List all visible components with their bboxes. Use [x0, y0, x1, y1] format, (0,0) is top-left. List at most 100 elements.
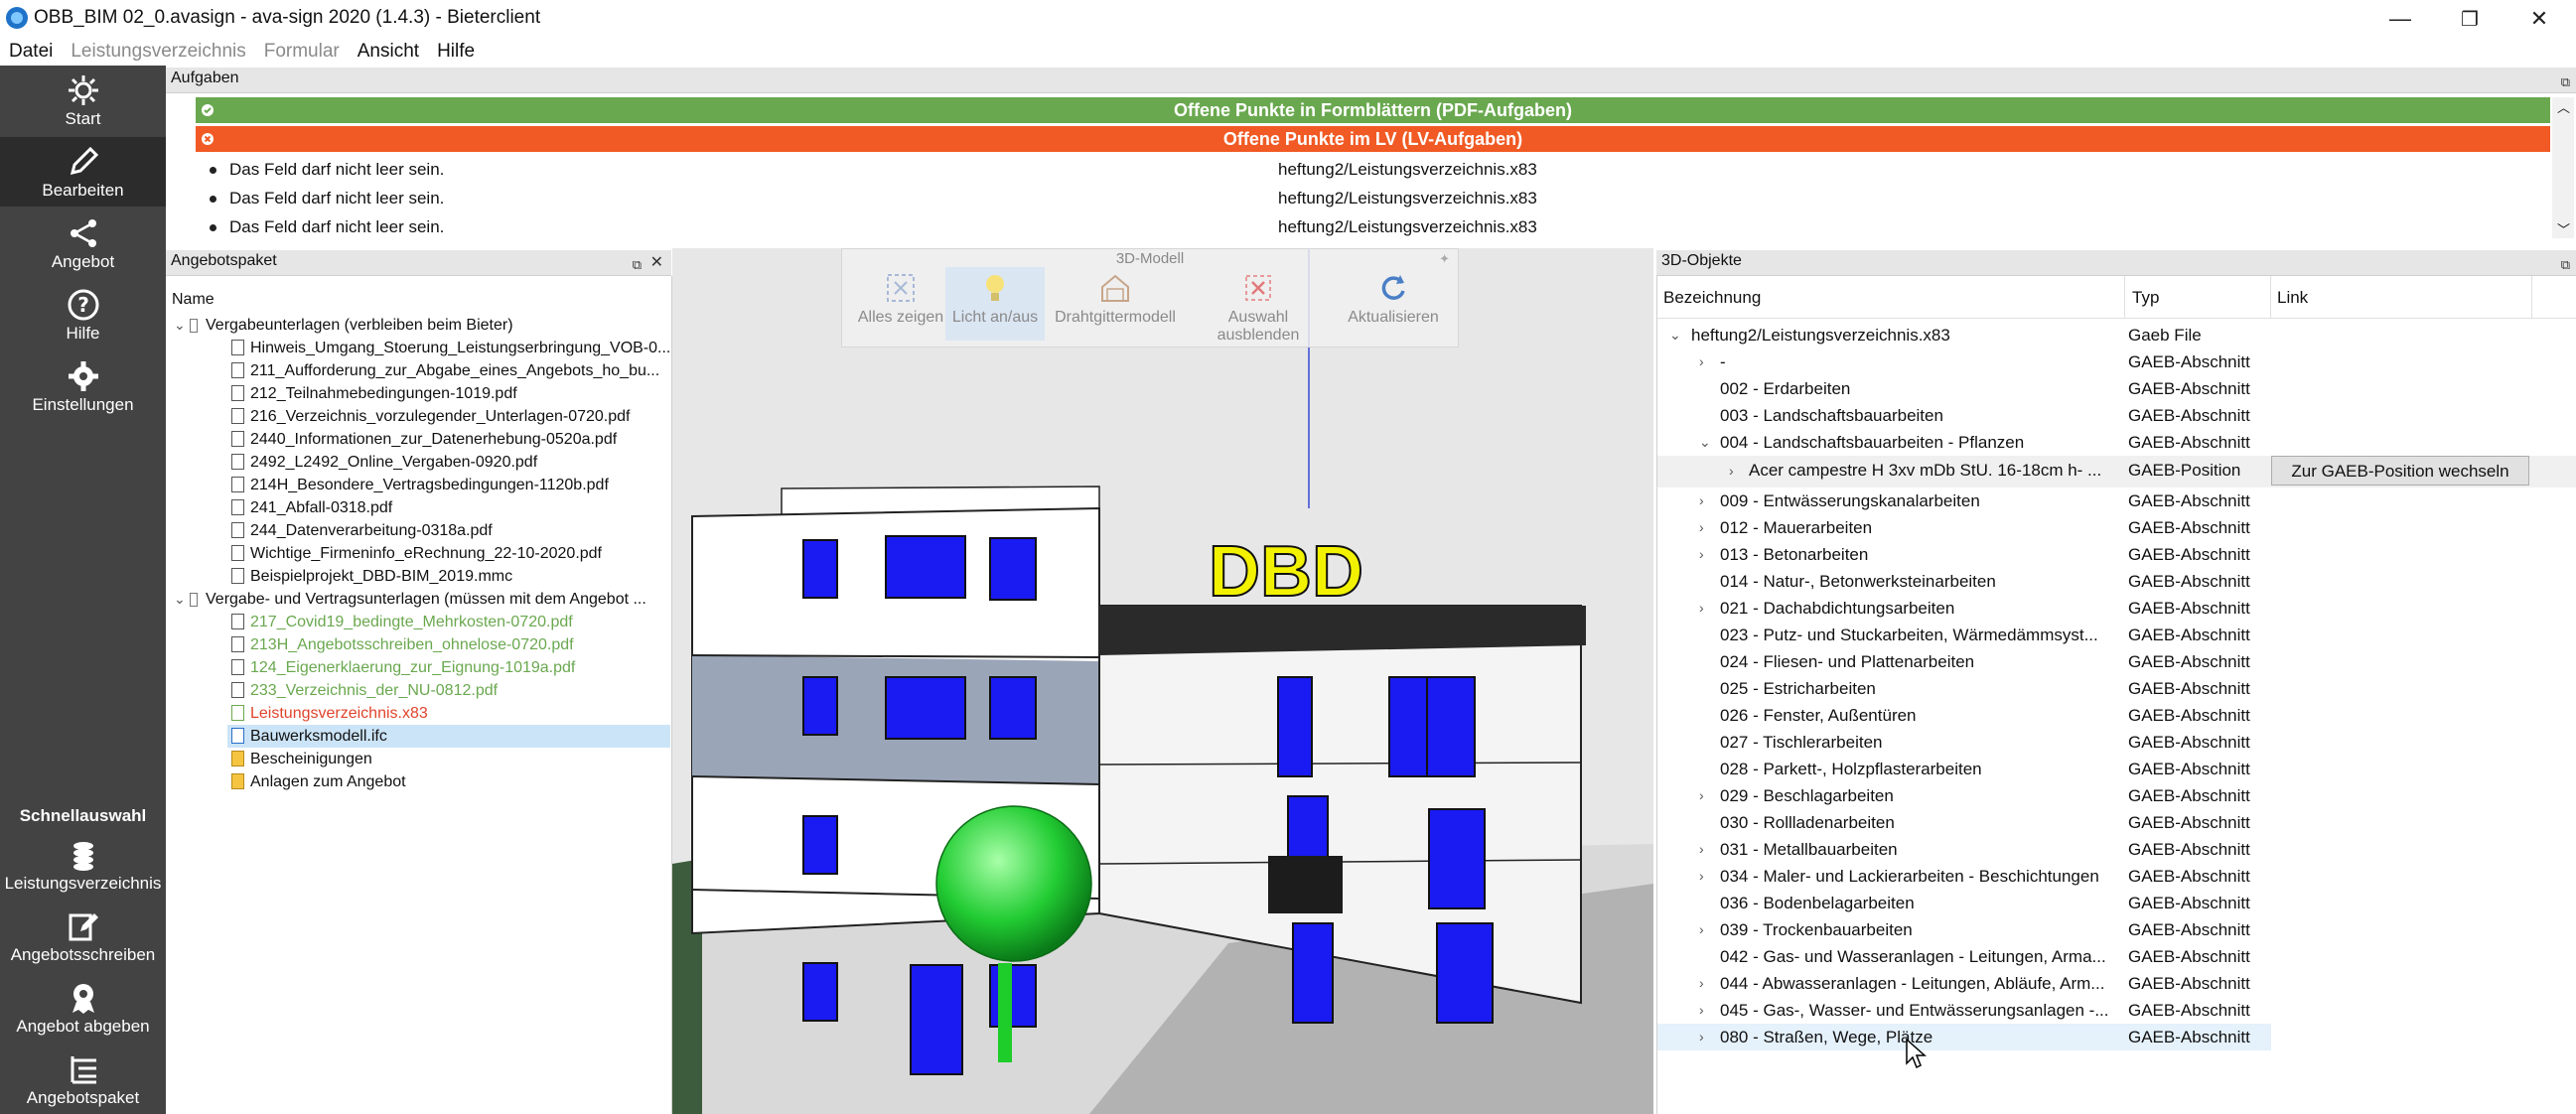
object-row[interactable]: › 029 - Beschlagarbeiten GAEB-Abschnitt — [1657, 782, 2576, 809]
tree-file[interactable]: 212_Teilnahmebedingungen-1019.pdf — [231, 382, 517, 405]
chevron-right-icon[interactable]: › — [1699, 997, 1713, 1024]
tree-file[interactable]: 213H_Angebotsschreiben_ohnelose-0720.pdf — [231, 633, 574, 656]
object-row[interactable]: 027 - Tischlerarbeiten GAEB-Abschnitt — [1657, 729, 2576, 756]
panel-pin-icon[interactable]: ⧉ — [633, 254, 642, 276]
object-row[interactable]: › 021 - Dachabdichtungsarbeiten GAEB-Absch… — [1657, 595, 2576, 622]
chevron-right-icon[interactable]: › — [1699, 836, 1713, 863]
object-row[interactable]: › 012 - Mauerarbeiten GAEB-Abschnitt — [1657, 514, 2576, 541]
object-row[interactable]: 036 - Bodenbelagarbeiten GAEB-Abschnitt — [1657, 890, 2576, 916]
tree-file[interactable]: 214H_Besondere_Vertragsbedingungen-1120b… — [231, 474, 609, 496]
goto-gaeb-position-button[interactable]: Zur GAEB-Position wechseln — [2271, 456, 2529, 486]
task-row[interactable]: Das Feld darf nicht leer sein. heftung2/… — [196, 213, 2550, 241]
scroll-down-icon[interactable]: ﹀ — [2557, 219, 2570, 238]
tree-file[interactable]: 241_Abfall-0318.pdf — [231, 496, 392, 519]
column-header-link[interactable]: Link — [2277, 288, 2308, 308]
tree-file[interactable]: 211_Aufforderung_zur_Abgabe_eines_Angebo… — [231, 359, 659, 382]
object-row[interactable]: › 080 - Straßen, Wege, Plätze GAEB-Abschni… — [1657, 1024, 2271, 1050]
object-row[interactable]: › - GAEB-Abschnitt — [1657, 348, 2576, 375]
pin-icon[interactable]: ✦ — [1439, 251, 1450, 267]
chevron-down-icon[interactable]: ⌄ — [1669, 322, 1683, 348]
tree-file[interactable]: 216_Verzeichnis_vorzulegender_Unterlagen… — [231, 405, 631, 428]
tree-file-selected[interactable]: Bauwerksmodell.ifc — [227, 725, 670, 748]
minimize-button[interactable]: — — [2367, 0, 2433, 38]
sidebar-item-angebot[interactable]: Angebot — [0, 209, 166, 278]
tree-file[interactable]: 2492_L2492_Online_Vergaben-0920.pdf — [231, 451, 537, 474]
tree-file[interactable]: 2440_Informationen_zur_Datenerhebung-052… — [231, 428, 617, 451]
task-row[interactable]: Das Feld darf nicht leer sein. heftung2/… — [196, 156, 2550, 184]
object-row[interactable]: › 009 - Entwässerungskanalarbeiten GAEB-Ab… — [1657, 487, 2576, 514]
chevron-down-icon[interactable]: ⌄ — [1699, 429, 1713, 456]
object-row[interactable]: ⌄ 004 - Landschaftsbauarbeiten - Pflanzen… — [1657, 429, 2576, 456]
tree-file[interactable]: 244_Datenverarbeitung-0318a.pdf — [231, 519, 493, 542]
column-header-bezeichnung[interactable]: Bezeichnung — [1663, 288, 1761, 308]
tree-group-vergabeunterlagen[interactable]: ⌄ Vergabeunterlagen (verbleiben beim Biet… — [174, 314, 513, 337]
menu-ansicht[interactable]: Ansicht — [349, 41, 428, 63]
panel-pin-icon[interactable]: ⧉ — [2561, 254, 2570, 276]
panel-close-icon[interactable]: ✕ — [650, 252, 663, 274]
panel-pin-icon[interactable]: ⧉ — [2561, 71, 2570, 93]
restore-button[interactable]: ❐ — [2437, 0, 2503, 38]
lv-tasks-bar[interactable]: Offene Punkte im LV (LV-Aufgaben) — [196, 126, 2550, 152]
chevron-down-icon[interactable]: ⌄ — [174, 588, 188, 611]
scroll-up-icon[interactable]: ︿ — [2557, 97, 2570, 116]
object-row[interactable]: › 039 - Trockenbauarbeiten GAEB-Abschnitt — [1657, 916, 2576, 943]
tree-file[interactable]: Wichtige_Firmeninfo_eRechnung_22-10-2020… — [231, 542, 602, 565]
refresh-button[interactable]: Aktualisieren — [1339, 271, 1448, 327]
object-row[interactable]: 025 - Estricharbeiten GAEB-Abschnitt — [1657, 675, 2576, 702]
chevron-right-icon[interactable]: › — [1699, 595, 1713, 622]
object-row[interactable]: 028 - Parkett-, Holzpflasterarbeiten GAEB… — [1657, 756, 2576, 782]
chevron-right-icon[interactable]: › — [1699, 1024, 1713, 1050]
task-row[interactable]: Das Feld darf nicht leer sein. heftung2/… — [196, 185, 2550, 212]
wireframe-button[interactable]: Drahtgittermodell — [1051, 271, 1180, 327]
chevron-down-icon[interactable]: ⌄ — [174, 314, 188, 337]
chevron-right-icon[interactable]: › — [1699, 782, 1713, 809]
object-row-root[interactable]: ⌄ heftung2/Leistungsverzeichnis.x83 Gaeb F… — [1657, 322, 2576, 348]
object-row[interactable]: 003 - Landschaftsbauarbeiten GAEB-Abschni… — [1657, 402, 2576, 429]
menu-formular[interactable]: Formular — [255, 41, 349, 63]
sidebar-item-einstellungen[interactable]: Einstellungen — [0, 351, 166, 421]
object-row-position[interactable]: › Acer campestre H 3xv mDb StU. 16-18cm h… — [1657, 456, 2576, 487]
object-row[interactable]: 030 - Rollladenarbeiten GAEB-Abschnitt — [1657, 809, 2576, 836]
3d-viewport[interactable]: DBD — [672, 248, 1653, 1114]
object-row[interactable]: 023 - Putz- und Stuckarbeiten, Wärmedämm… — [1657, 622, 2576, 648]
chevron-right-icon[interactable]: › — [1699, 514, 1713, 541]
quick-item-angebot-abgeben[interactable]: Angebot abgeben — [0, 973, 166, 1043]
object-row[interactable]: › 013 - Betonarbeiten GAEB-Abschnitt — [1657, 541, 2576, 568]
tree-file[interactable]: 124_Eigenerklaerung_zur_Eignung-1019a.pd… — [231, 656, 575, 679]
object-row[interactable]: 014 - Natur-, Betonwerksteinarbeiten GAEB… — [1657, 568, 2576, 595]
chevron-right-icon[interactable]: › — [1699, 970, 1713, 997]
object-row[interactable]: 024 - Fliesen- und Plattenarbeiten GAEB-A… — [1657, 648, 2576, 675]
object-row[interactable]: 042 - Gas- und Wasseranlagen - Leitungen… — [1657, 943, 2576, 970]
tree-file[interactable]: Beispielprojekt_DBD-BIM_2019.mmc — [231, 565, 512, 588]
chevron-right-icon[interactable]: › — [1699, 916, 1713, 943]
menu-datei[interactable]: Datei — [0, 41, 62, 63]
menu-hilfe[interactable]: Hilfe — [428, 41, 484, 63]
close-button[interactable]: ✕ — [2506, 0, 2572, 38]
tree-folder[interactable]: Bescheinigungen — [231, 748, 372, 770]
sidebar-item-start[interactable]: Start — [0, 66, 166, 135]
chevron-right-icon[interactable]: › — [1729, 456, 1743, 486]
sidebar-item-hilfe[interactable]: ? Hilfe — [0, 280, 166, 349]
object-row[interactable]: 026 - Fenster, Außentüren GAEB-Abschnitt — [1657, 702, 2576, 729]
tree-file[interactable]: 217_Covid19_bedingte_Mehrkosten-0720.pdf — [231, 611, 573, 633]
building-model-render[interactable]: DBD — [672, 248, 1653, 1114]
tree-file[interactable]: Leistungsverzeichnis.x83 — [231, 702, 428, 725]
quick-item-angebotspaket[interactable]: Angebotspaket — [0, 1044, 166, 1114]
chevron-right-icon[interactable]: › — [1699, 541, 1713, 568]
sidebar-item-bearbeiten[interactable]: Bearbeiten — [0, 137, 166, 207]
hide-selection-button[interactable]: Auswahl ausblenden — [1193, 271, 1324, 345]
object-row[interactable]: › 034 - Maler- und Lackierarbeiten - Besc… — [1657, 863, 2576, 890]
object-row[interactable]: › 031 - Metallbauarbeiten GAEB-Abschnitt — [1657, 836, 2576, 863]
light-toggle-button[interactable]: Licht an/aus — [945, 267, 1045, 341]
menu-leistungsverzeichnis[interactable]: Leistungsverzeichnis — [62, 41, 254, 63]
quick-item-leistungsverzeichnis[interactable]: Leistungsverzeichnis — [0, 830, 166, 900]
chevron-right-icon[interactable]: › — [1699, 863, 1713, 890]
object-row[interactable]: › 044 - Abwasseranlagen - Leitungen, Ablä… — [1657, 970, 2576, 997]
show-all-button[interactable]: Alles zeigen — [848, 271, 953, 327]
tree-folder[interactable]: Anlagen zum Angebot — [231, 770, 406, 793]
object-row[interactable]: › 045 - Gas-, Wasser- und Entwässerungsan… — [1657, 997, 2576, 1024]
column-header-typ[interactable]: Typ — [2132, 288, 2159, 308]
chevron-right-icon[interactable]: › — [1699, 487, 1713, 514]
tree-file[interactable]: Hinweis_Umgang_Stoerung_Leistungserbring… — [231, 337, 670, 359]
tree-file[interactable]: 233_Verzeichnis_der_NU-0812.pdf — [231, 679, 498, 702]
